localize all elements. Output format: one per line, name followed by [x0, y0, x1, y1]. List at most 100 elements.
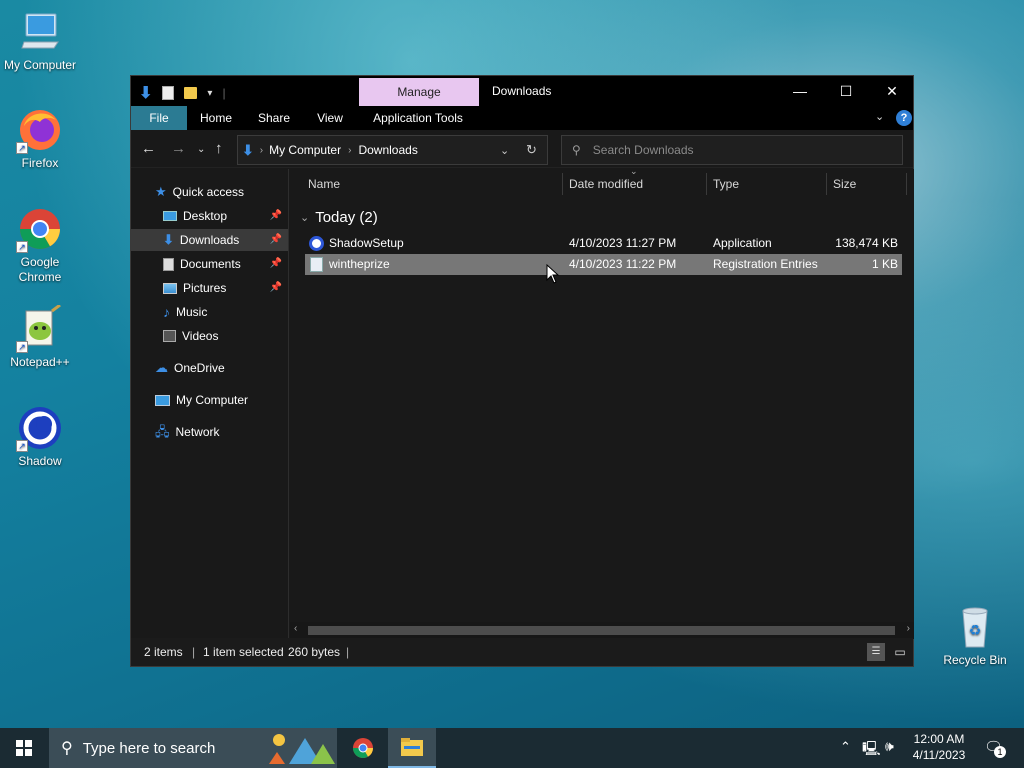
file-date: 4/10/2023 11:22 PM [569, 257, 677, 271]
column-header-type[interactable]: Type [713, 169, 823, 199]
tab-file[interactable]: File [131, 106, 187, 130]
nav-documents[interactable]: Documents 📌 [131, 253, 288, 275]
tab-home[interactable]: Home [191, 106, 241, 130]
tab-share[interactable]: Share [249, 106, 299, 130]
expand-ribbon-icon[interactable]: ⌄ [875, 110, 884, 123]
file-list[interactable]: Name ⌄ Date modified Type Size ⌄ Today (… [290, 166, 914, 639]
desktop-icon-notepad-plus-plus[interactable]: ↗ Notepad++ [0, 303, 80, 370]
help-icon[interactable]: ? [896, 110, 912, 126]
scrollbar-thumb[interactable] [308, 626, 895, 635]
nav-desktop[interactable]: Desktop 📌 [131, 205, 288, 227]
title-bar[interactable]: ⬇ ▾ | Manage Downloads — ☐ ✕ [131, 76, 913, 106]
address-bar[interactable]: ⬇ › My Computer › Downloads ⌄ ↻ [237, 135, 548, 165]
navigation-pane: ★ Quick access Desktop 📌 ⬇ Downloads 📌 D… [131, 169, 289, 639]
nav-downloads[interactable]: ⬇ Downloads 📌 [131, 229, 288, 251]
desktop-icon-firefox[interactable]: ↗ Firefox [0, 106, 80, 171]
desktop-icon-label: Notepad++ [10, 355, 70, 369]
nav-label: Downloads [179, 233, 240, 247]
file-row-shadowsetup[interactable]: ShadowSetup 4/10/2023 11:27 PM Applicati… [305, 233, 902, 254]
nav-label: Videos [182, 329, 219, 343]
desktop-icon-recycle-bin[interactable]: ♻ Recycle Bin [935, 603, 1015, 668]
documents-icon [163, 257, 174, 271]
scroll-right-icon[interactable]: › [907, 623, 910, 634]
tab-view[interactable]: View [307, 106, 353, 130]
back-button[interactable]: ← [141, 140, 156, 157]
nav-my-computer[interactable]: My Computer [155, 389, 287, 411]
shortcut-arrow-icon: ↗ [16, 341, 28, 353]
pin-icon[interactable]: 📌 [270, 253, 282, 275]
nav-videos[interactable]: Videos [131, 325, 288, 347]
file-explorer-window[interactable]: ⬇ ▾ | Manage Downloads — ☐ ✕ File Home S… [130, 75, 914, 667]
customize-qat-icon[interactable]: ▾ [207, 88, 212, 99]
pin-icon[interactable]: 📌 [270, 229, 282, 251]
taskbar: ⚲ Type here to search ⌃ 🖳 🕪 12:00 AM 4/1… [0, 728, 1024, 768]
close-button[interactable]: ✕ [869, 76, 915, 106]
column-separator[interactable] [826, 173, 827, 195]
nav-label: My Computer [176, 393, 249, 407]
group-header-today[interactable]: ⌄ Today (2) [300, 209, 378, 226]
large-icons-view-button[interactable]: ▭ [891, 643, 909, 661]
tab-application-tools[interactable]: Application Tools [365, 106, 471, 130]
taskbar-chrome-button[interactable] [342, 728, 384, 768]
nav-onedrive[interactable]: ☁ OneDrive [155, 357, 287, 379]
taskbar-search-input[interactable]: ⚲ Type here to search [49, 728, 337, 768]
clock[interactable]: 12:00 AM 4/11/2023 [908, 731, 970, 763]
column-separator[interactable] [906, 173, 907, 195]
file-type: Registration Entries [713, 257, 818, 271]
qat-separator: | [222, 86, 226, 100]
show-hidden-icons-chevron-icon[interactable]: ⌃ [840, 739, 851, 755]
maximize-button[interactable]: ☐ [823, 76, 869, 106]
breadcrumb-my-computer[interactable]: My Computer [269, 143, 341, 157]
search-input[interactable]: ⚲ Search Downloads [561, 135, 903, 165]
group-label: Today (2) [315, 209, 378, 226]
selection-count: 1 item selected [203, 645, 284, 659]
file-row-wintheprize[interactable]: wintheprize 4/10/2023 11:22 PM Registrat… [305, 254, 902, 275]
desktop-icon-shadow[interactable]: ↗ Shadow [0, 404, 80, 469]
action-center-button[interactable]: 🗨 1 [982, 736, 1006, 760]
up-button[interactable]: ↑ [215, 140, 223, 157]
volume-icon[interactable]: 🕪 [885, 738, 894, 755]
breadcrumb-separator-icon[interactable]: › [260, 145, 263, 156]
column-header-size[interactable]: Size [833, 169, 903, 199]
address-dropdown-icon[interactable]: ⌄ [500, 144, 509, 157]
scroll-left-icon[interactable]: ‹ [294, 623, 297, 634]
item-count: 2 items [144, 645, 183, 659]
taskbar-file-explorer-button[interactable] [388, 728, 436, 768]
horizontal-scrollbar[interactable]: ‹ › [290, 622, 914, 639]
collapse-chevron-icon[interactable]: ⌄ [300, 211, 309, 224]
properties-icon[interactable] [162, 86, 175, 100]
nav-music[interactable]: ♪ Music [131, 301, 288, 323]
desktop-icon-label: Firefox [21, 156, 59, 170]
recent-locations-button[interactable]: ⌄ [197, 144, 205, 155]
search-placeholder: Search Downloads [592, 143, 694, 157]
nav-label: Network [175, 425, 220, 439]
nav-label: Quick access [172, 185, 245, 199]
shortcut-arrow-icon: ↗ [16, 142, 28, 154]
desktop-icon-my-computer[interactable]: My Computer [0, 8, 80, 73]
pin-icon[interactable]: 📌 [270, 205, 282, 227]
breadcrumb-downloads[interactable]: Downloads [358, 143, 417, 157]
column-header-date-modified[interactable]: Date modified [569, 169, 699, 199]
column-separator[interactable] [562, 173, 563, 195]
nav-network[interactable]: 🖧 Network [155, 421, 287, 443]
pin-icon[interactable]: 📌 [270, 277, 282, 299]
nav-quick-access[interactable]: ★ Quick access [155, 181, 287, 203]
pictures-icon [163, 282, 177, 294]
column-separator[interactable] [706, 173, 707, 195]
desktop-icon-google-chrome[interactable]: ↗ Google Chrome [0, 205, 80, 285]
new-folder-icon[interactable] [184, 87, 198, 99]
refresh-icon[interactable]: ↻ [526, 142, 537, 158]
details-view-button[interactable]: ☰ [867, 643, 885, 661]
forward-button[interactable]: → [171, 140, 186, 157]
column-header-name[interactable]: Name [308, 169, 558, 199]
minimize-button[interactable]: — [777, 76, 823, 106]
start-button[interactable] [0, 728, 48, 768]
nav-pictures[interactable]: Pictures 📌 [131, 277, 288, 299]
breadcrumb-separator-icon[interactable]: › [348, 145, 351, 156]
tab-manage[interactable]: Manage [359, 78, 479, 106]
desktop-icon-label: My Computer [3, 58, 77, 72]
videos-icon [163, 330, 176, 342]
network-status-icon[interactable]: 🖳 [862, 738, 881, 762]
chrome-icon: ↗ [16, 205, 64, 253]
file-size: 138,474 KB [835, 236, 898, 250]
